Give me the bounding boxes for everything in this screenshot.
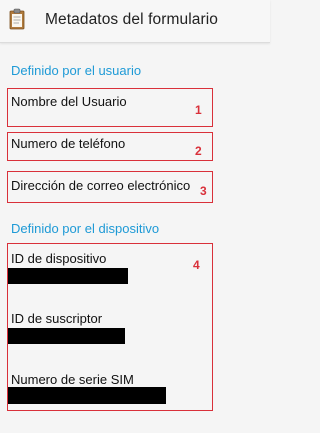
redacted-device-id-value xyxy=(8,268,128,284)
app-bar: Metadatos del formulario xyxy=(0,0,270,43)
field-label-device-id: ID de dispositivo xyxy=(11,251,107,266)
annotation-number: 4 xyxy=(193,258,200,272)
field-label: Nombre del Usuario xyxy=(11,94,127,109)
section-header-device-defined: Definido por el dispositivo xyxy=(11,221,160,236)
field-label-subscriber-id: ID de suscriptor xyxy=(11,311,103,326)
annotation-number: 2 xyxy=(195,144,202,158)
redacted-sim-serial-value xyxy=(8,387,166,404)
field-user-name[interactable]: Nombre del Usuario 1 xyxy=(7,88,213,127)
app-screen: Metadatos del formulario Definido por el… xyxy=(0,0,270,433)
redacted-subscriber-id-value xyxy=(8,328,125,344)
field-label-sim-serial: Numero de serie SIM xyxy=(11,372,134,387)
field-label: Numero de teléfono xyxy=(11,136,126,151)
clipboard-icon xyxy=(9,8,25,30)
annotation-number: 3 xyxy=(200,184,207,198)
section-header-user-defined: Definido por el usuario xyxy=(11,63,142,78)
annotation-number: 1 xyxy=(195,103,202,117)
field-label: Dirección de correo electrónico xyxy=(11,178,191,193)
field-email-address[interactable]: Dirección de correo electrónico 3 xyxy=(7,171,213,203)
field-phone-number[interactable]: Numero de teléfono 2 xyxy=(7,132,213,161)
page-title: Metadatos del formulario xyxy=(45,11,218,28)
